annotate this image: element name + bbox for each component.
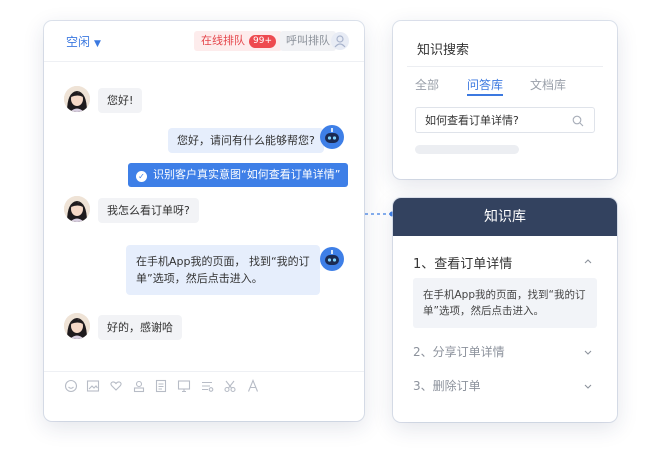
customer-message: 好的，感谢哈 — [98, 315, 182, 340]
kb-item-share-order-details[interactable]: 2、分享订单详情 — [413, 343, 505, 360]
agent-message: 您好，请问有什么能够帮您? — [168, 128, 324, 153]
loading-placeholder — [415, 145, 519, 154]
toolbar-divider — [44, 371, 364, 372]
font-icon[interactable] — [246, 379, 260, 393]
knowledge-base-title: 知识库 — [393, 198, 617, 236]
status-label: 空闲 — [66, 35, 91, 49]
tab-docs[interactable]: 文档库 — [530, 76, 566, 93]
chevron-down-icon[interactable] — [583, 381, 593, 391]
call-queue-button[interactable]: 呼叫排队 — [280, 31, 336, 51]
queue-count-badge: 99+ — [249, 35, 276, 48]
agent-avatar-icon[interactable] — [331, 32, 349, 50]
knowledge-search-title: 知识搜索 — [417, 43, 470, 58]
title-divider — [407, 66, 603, 67]
caret-down-icon: ▼ — [94, 39, 101, 49]
online-queue-label: 在线排队 — [201, 34, 245, 47]
chat-window: 空闲 ▼ 在线排队 99+ 呼叫排队 您好! 您好，请问有什么能够帮您? ✓ 识别客户… — [44, 21, 364, 421]
robot-icon — [319, 124, 345, 150]
customer-message: 我怎么看订单呀? — [98, 198, 199, 223]
agent-message-line: 单”选项，然后点击进入。 — [136, 272, 263, 285]
user-card-icon[interactable] — [132, 379, 146, 393]
tab-qa[interactable]: 问答库 — [467, 76, 503, 93]
kb-item-view-order-details[interactable]: 1、查看订单详情 — [413, 253, 512, 272]
list-icon[interactable] — [200, 379, 214, 393]
customer-avatar — [64, 196, 90, 222]
customer-avatar — [64, 313, 90, 339]
agent-message: 在手机App我的页面， 找到“我的订 单”选项，然后点击进入。 — [126, 245, 320, 295]
screen-icon[interactable] — [177, 379, 191, 393]
kb-answer-line: 在手机App我的页面，找到“我的订 — [423, 289, 586, 301]
robot-icon — [319, 246, 345, 272]
agent-message-line: 在手机App我的页面， 找到“我的订 — [136, 255, 310, 268]
chevron-up-icon[interactable] — [583, 256, 593, 266]
online-queue-button[interactable]: 在线排队 99+ — [194, 31, 282, 51]
emoji-icon[interactable] — [64, 379, 78, 393]
scissors-icon[interactable] — [223, 379, 237, 393]
search-icon[interactable] — [572, 115, 584, 127]
kb-answer-line: 单”选项，然后点击进入。 — [423, 305, 544, 317]
heart-hand-icon[interactable] — [109, 379, 123, 393]
kb-item-delete-order[interactable]: 3、删除订单 — [413, 377, 481, 394]
status-dropdown[interactable]: 空闲 ▼ — [66, 33, 101, 50]
intent-recognition-banner: ✓ 识别客户真实意图“如何查看订单详情” — [128, 163, 349, 187]
knowledge-search-panel: 知识搜索 全部 问答库 文档库 如何查看订单详情? — [393, 21, 617, 179]
tab-all[interactable]: 全部 — [415, 76, 439, 93]
search-input[interactable]: 如何查看订单详情? — [415, 107, 595, 133]
knowledge-base-panel: 知识库 1、查看订单详情 在手机App我的页面，找到“我的订 单”选项，然后点击… — [393, 198, 617, 422]
kb-answer: 在手机App我的页面，找到“我的订 单”选项，然后点击进入。 — [413, 278, 597, 328]
chevron-down-icon[interactable] — [583, 347, 593, 357]
chat-header: 空闲 ▼ 在线排队 99+ 呼叫排队 — [44, 21, 364, 61]
active-tab-indicator — [467, 94, 503, 96]
image-icon[interactable] — [86, 379, 100, 393]
customer-avatar — [64, 86, 90, 112]
check-circle-icon: ✓ — [136, 171, 147, 182]
customer-message: 您好! — [98, 88, 143, 113]
intent-text: 识别客户真实意图“如何查看订单详情” — [153, 168, 341, 181]
header-divider — [44, 61, 364, 62]
search-query: 如何查看订单详情? — [425, 114, 519, 127]
document-icon[interactable] — [154, 379, 168, 393]
